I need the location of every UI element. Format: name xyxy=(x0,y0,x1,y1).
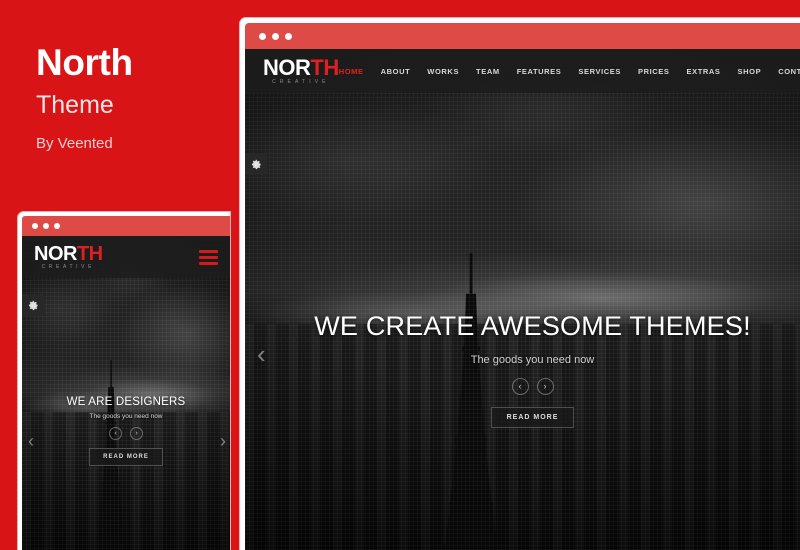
promo-banner: North Theme By Veented NORTH CREATIVE HO… xyxy=(0,0,800,550)
mobile-hero-title: WE ARE DESIGNERS xyxy=(66,396,186,408)
hamburger-menu-icon[interactable] xyxy=(199,249,218,265)
mobile-site-viewport: NORTH CREATIVE ‹ › WE ARE DESIGNERS The … xyxy=(22,236,230,550)
nav-item-about[interactable]: ABOUT xyxy=(381,67,411,76)
settings-panel-toggle[interactable] xyxy=(245,153,267,175)
slider-prev-button[interactable]: ‹ xyxy=(511,378,529,395)
desktop-browser-mockup: NORTH CREATIVE HOME ABOUT WORKS TEAM FEA… xyxy=(240,18,800,550)
nav-item-team[interactable]: TEAM xyxy=(476,67,500,76)
window-dot-minimize[interactable] xyxy=(272,32,279,40)
read-more-button[interactable]: READ MORE xyxy=(490,407,575,428)
logo-tagline: CREATIVE xyxy=(272,79,330,85)
gear-icon xyxy=(251,159,261,169)
desktop-site-viewport: NORTH CREATIVE HOME ABOUT WORKS TEAM FEA… xyxy=(245,49,800,550)
browser-chrome-bar xyxy=(245,23,800,49)
window-dot-maximize[interactable] xyxy=(285,32,292,40)
mobile-hero-subtitle: The goods you need now xyxy=(89,413,163,420)
logo-text-primary: NOR xyxy=(263,55,311,80)
mobile-window-dot-maximize[interactable] xyxy=(54,223,60,229)
page-title: North xyxy=(36,42,133,83)
hero-subtitle: The goods you need now xyxy=(470,354,595,366)
nav-item-prices[interactable]: PRICES xyxy=(638,67,670,76)
mobile-hero-content: WE ARE DESIGNERS The goods you need now … xyxy=(22,396,230,466)
mobile-browser-chrome-bar xyxy=(22,216,230,236)
mobile-logo-text-primary: NOR xyxy=(34,243,77,265)
hero-title: WE CREATE AWESOME THEMES! xyxy=(314,311,751,341)
mobile-read-more-button[interactable]: READ MORE xyxy=(89,448,163,466)
mobile-slider-controls: ‹ › xyxy=(22,427,230,440)
mobile-site-logo[interactable]: NORTH CREATIVE xyxy=(34,244,103,270)
hero-content: WE CREATE AWESOME THEMES! The goods you … xyxy=(245,311,800,428)
mobile-logo-tagline: CREATIVE xyxy=(41,264,96,270)
logo-text-accent: TH xyxy=(310,55,339,80)
gear-icon xyxy=(28,300,38,310)
slider-controls: ‹ › xyxy=(245,378,800,395)
nav-item-home[interactable]: HOME xyxy=(339,67,364,76)
site-header: NORTH CREATIVE HOME ABOUT WORKS TEAM FEA… xyxy=(245,49,800,93)
nav-item-features[interactable]: FEATURES xyxy=(517,67,562,76)
mobile-site-header: NORTH CREATIVE xyxy=(22,236,230,278)
main-navigation: HOME ABOUT WORKS TEAM FEATURES SERVICES … xyxy=(339,66,800,77)
mobile-slider-prev-button[interactable]: ‹ xyxy=(109,427,122,440)
page-subtitle: Theme xyxy=(36,90,114,119)
mobile-window-dot-minimize[interactable] xyxy=(43,223,49,229)
promo-text-block: North Theme By Veented xyxy=(36,42,236,153)
nav-item-extras[interactable]: EXTRAS xyxy=(687,67,721,76)
mobile-slider-next-button[interactable]: › xyxy=(130,427,143,440)
nav-item-shop[interactable]: SHOP xyxy=(738,67,762,76)
nav-item-works[interactable]: WORKS xyxy=(427,67,459,76)
mobile-browser-mockup: NORTH CREATIVE ‹ › WE ARE DESIGNERS The … xyxy=(18,212,230,550)
author-credit: By Veented xyxy=(36,135,113,153)
nav-item-contact[interactable]: CONTACT xyxy=(778,67,800,76)
mobile-logo-text-accent: TH xyxy=(76,243,103,265)
nav-item-services[interactable]: SERVICES xyxy=(578,67,621,76)
mobile-settings-panel-toggle[interactable] xyxy=(22,294,44,316)
window-dot-close[interactable] xyxy=(259,32,266,40)
site-logo[interactable]: NORTH CREATIVE xyxy=(263,57,339,85)
slider-next-button[interactable]: › xyxy=(536,378,554,395)
mobile-window-dot-close[interactable] xyxy=(32,223,38,229)
